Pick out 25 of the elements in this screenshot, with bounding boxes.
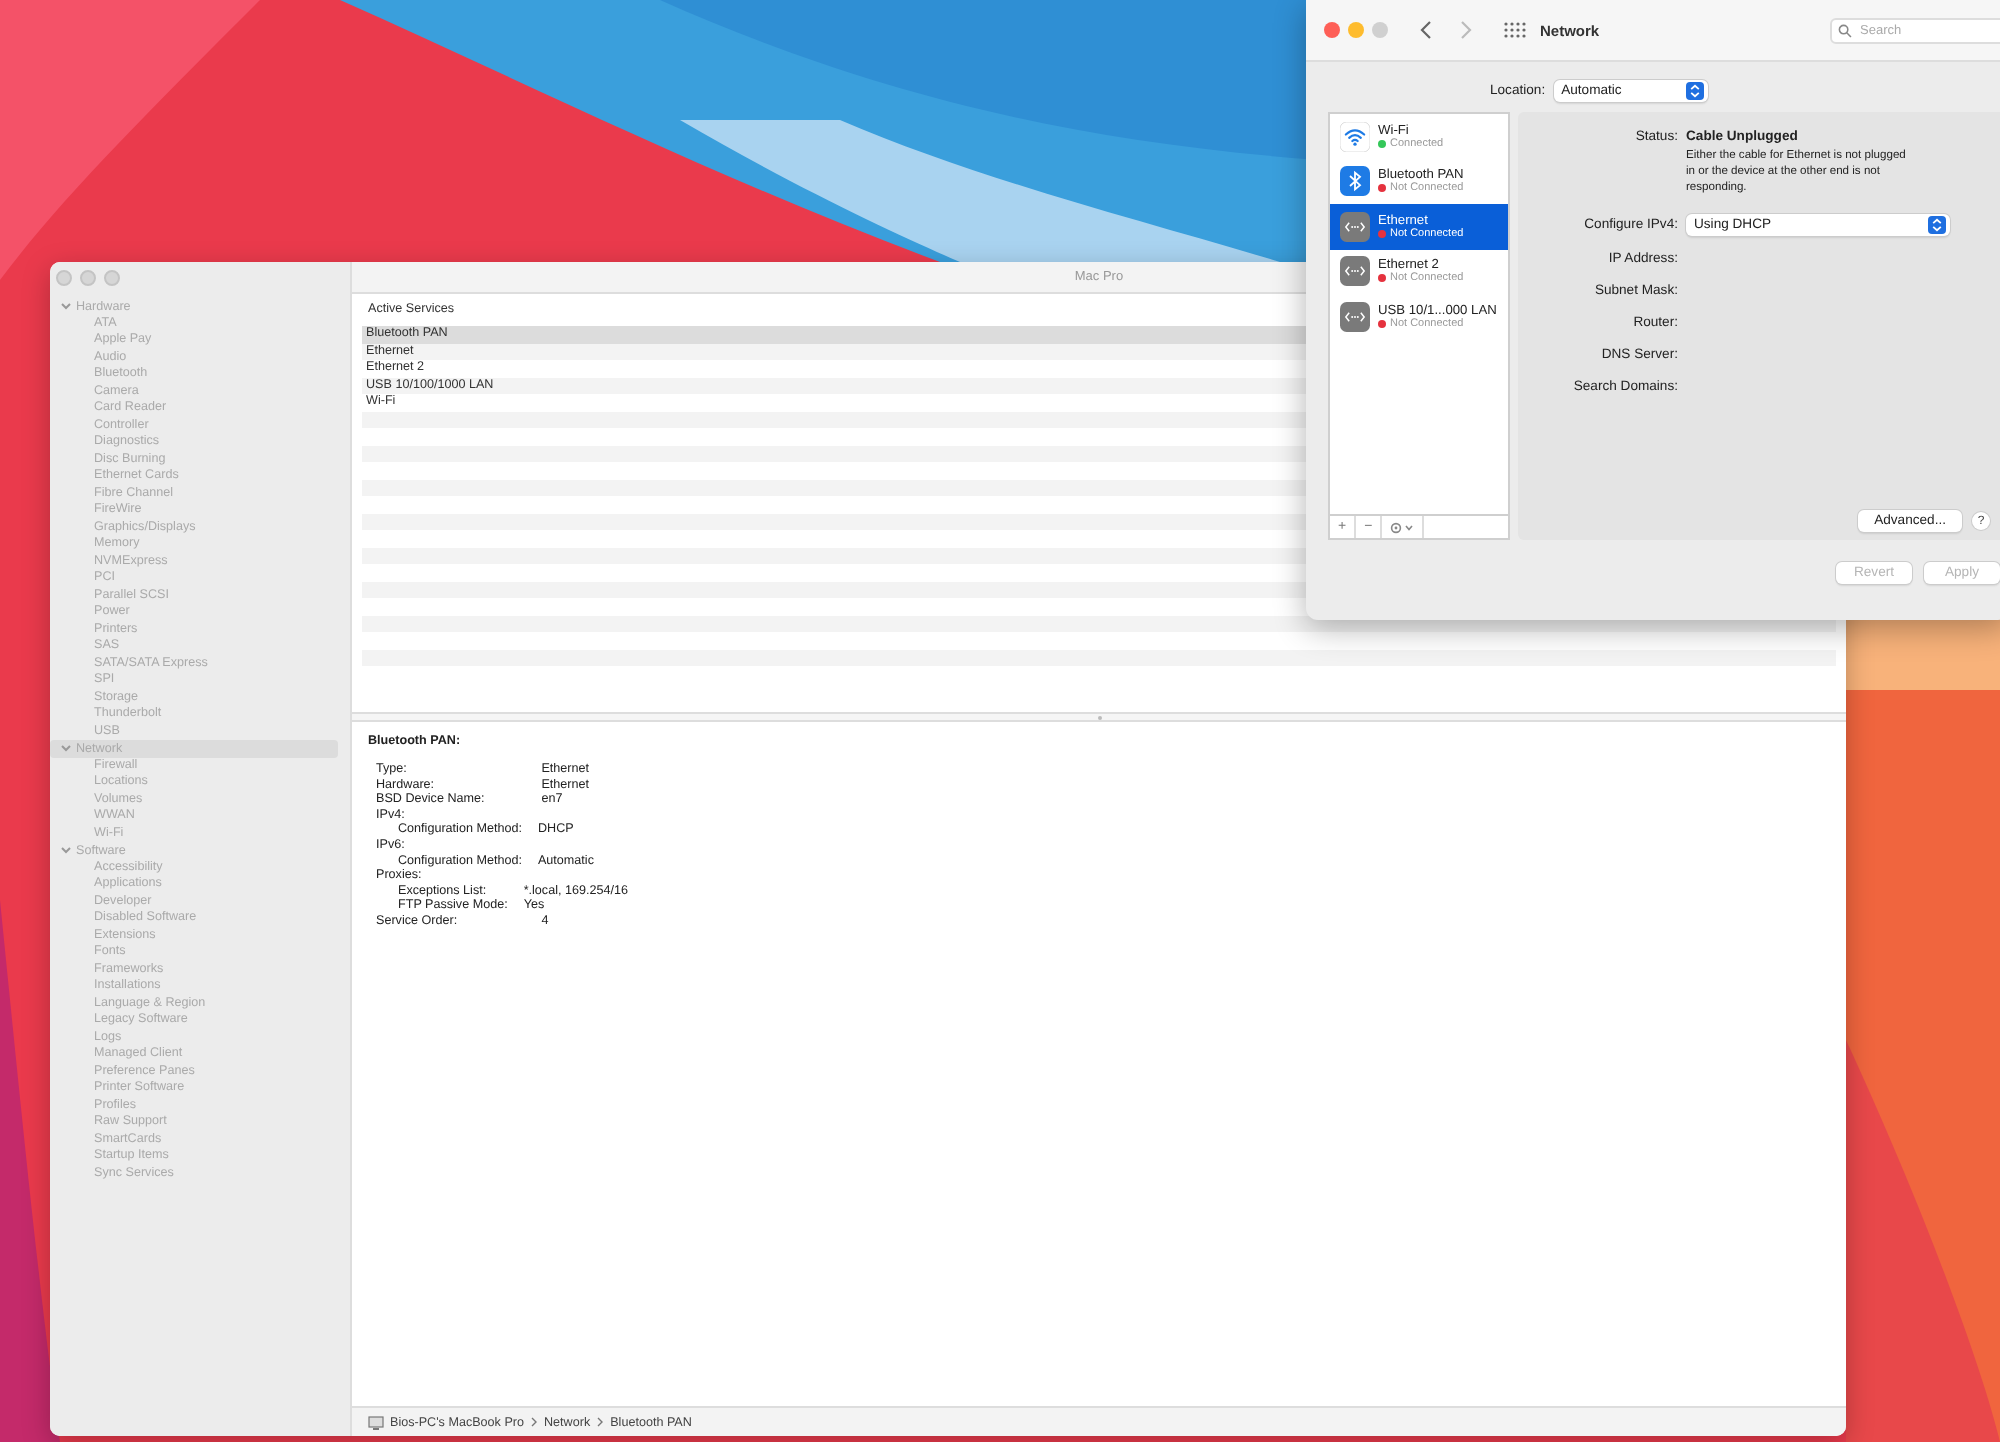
wifi-icon xyxy=(1340,121,1370,152)
gear-icon xyxy=(1390,521,1415,533)
search-icon xyxy=(1838,23,1852,37)
close-button[interactable] xyxy=(56,270,72,286)
chevron-icon xyxy=(530,1416,538,1428)
zoom-button[interactable] xyxy=(1372,22,1388,38)
chevron-icon[interactable] xyxy=(60,844,72,857)
ethernet-icon xyxy=(1340,256,1370,287)
stepper-icon xyxy=(1928,216,1946,234)
zoom-button[interactable] xyxy=(104,270,120,286)
ethernet-icon xyxy=(1340,211,1370,242)
computer-icon xyxy=(368,1415,384,1429)
minimize-button[interactable] xyxy=(80,270,96,286)
bluetooth-icon xyxy=(1340,166,1370,197)
splitter-handle[interactable] xyxy=(1097,715,1101,719)
minimize-button[interactable] xyxy=(1348,22,1364,38)
ethernet-icon xyxy=(1340,301,1370,332)
chevron-icon[interactable] xyxy=(60,300,72,313)
grid-icon[interactable] xyxy=(1504,22,1526,38)
chevron-icon[interactable] xyxy=(60,742,72,755)
forward-icon[interactable] xyxy=(1460,20,1472,40)
close-button[interactable] xyxy=(1324,22,1340,38)
chevron-icon xyxy=(596,1416,605,1428)
back-icon[interactable] xyxy=(1420,20,1432,40)
stepper-icon xyxy=(1685,82,1704,100)
